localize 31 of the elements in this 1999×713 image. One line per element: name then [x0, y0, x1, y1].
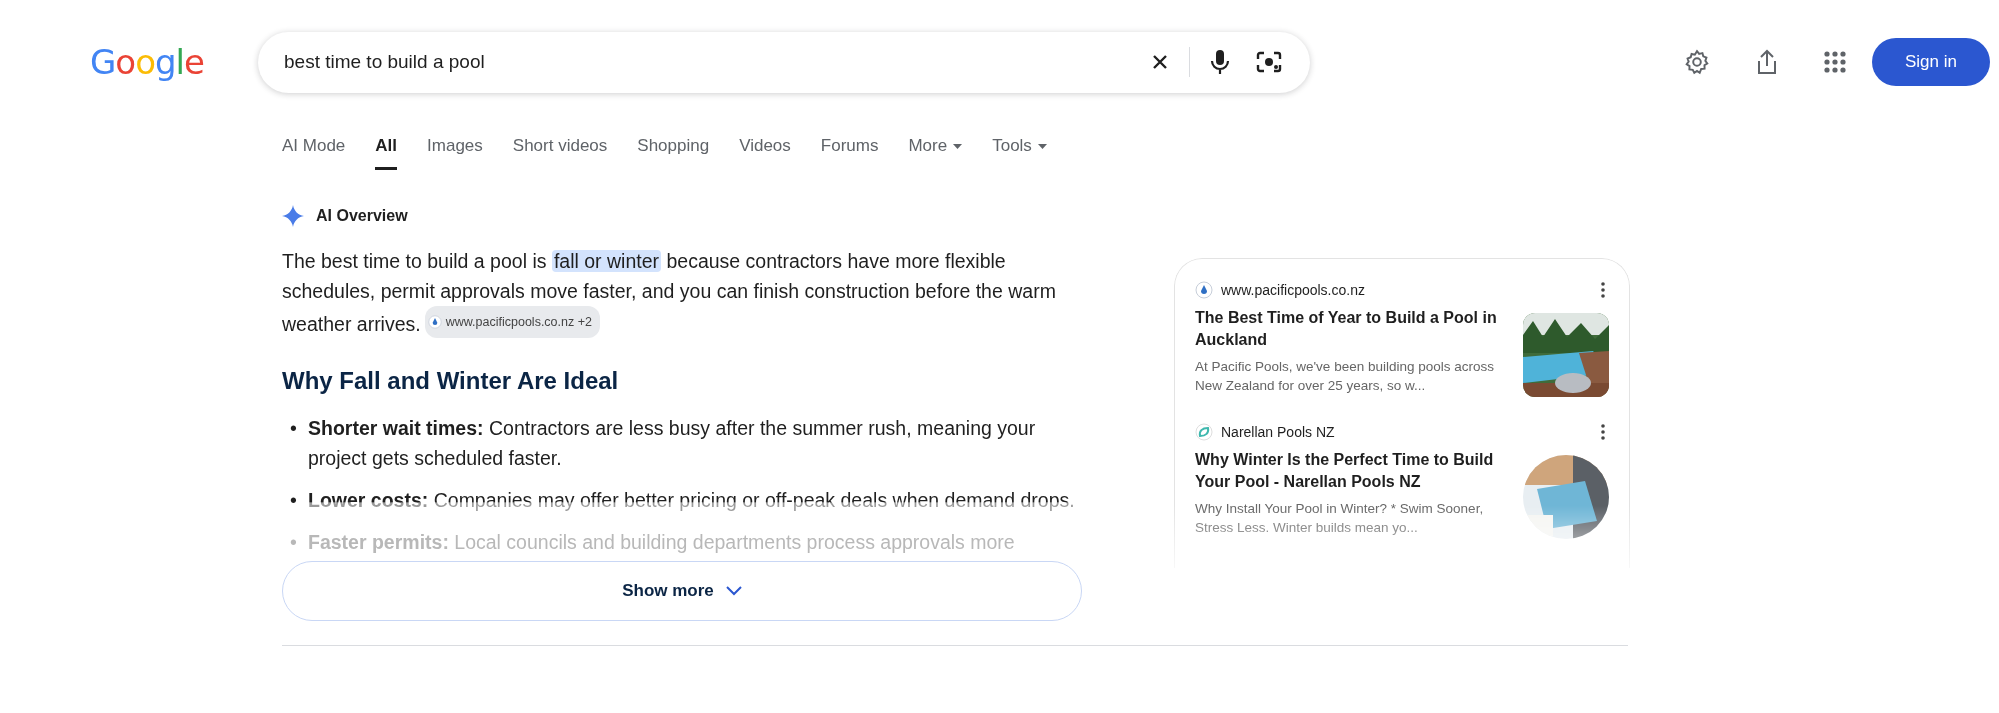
- sparkle-icon: [282, 205, 304, 227]
- bullet-marker: •: [289, 488, 298, 513]
- search-tab[interactable]: Shopping: [637, 128, 710, 170]
- search-tab[interactable]: Forums: [820, 128, 879, 170]
- bullet-marker: •: [289, 530, 298, 555]
- source-title-link[interactable]: Why Winter Is the Perfect Time to Build Your Pool - Narellan Pools NZ: [1195, 449, 1503, 495]
- bullet-marker: •: [289, 416, 298, 441]
- leaf-favicon-icon: [1195, 423, 1213, 441]
- source-title-link[interactable]: The Best Time of Year to Build a Pool in Auckland: [1195, 307, 1503, 353]
- search-tab[interactable]: More: [908, 128, 963, 170]
- sign-in-button[interactable]: Sign in: [1872, 38, 1990, 86]
- source-snippet: Why Install Your Pool in Winter? * Swim Sooner, Stress Less. Winter builds mean yo...: [1195, 500, 1485, 537]
- source-site: Narellan Pools NZ: [1221, 424, 1335, 440]
- search-tab[interactable]: Short videos: [512, 128, 608, 170]
- citation-chip[interactable]: www.pacificpools.co.nz +2: [424, 306, 600, 338]
- source-snippet: At Pacific Pools, we've been building pools across New Zealand for over 25 years, so w...: [1195, 358, 1495, 395]
- ai-overview-title: AI Overview: [316, 207, 408, 225]
- search-tab[interactable]: Videos: [739, 128, 791, 170]
- source-site: www.pacificpools.co.nz: [1221, 282, 1365, 298]
- show-more-button[interactable]: Show more: [282, 561, 1082, 621]
- search-tab[interactable]: Tools: [992, 128, 1047, 170]
- google-logo[interactable]: Google: [90, 42, 258, 82]
- chevron-down-icon: [725, 586, 742, 596]
- search-field[interactable]: best time to build a pool: [282, 50, 1131, 74]
- bullet-text: Shorter wait times: Contractors are less busy after the summer rush, meaning your project gets scheduled faster.: [308, 416, 1037, 471]
- search-tab[interactable]: AI Mode: [282, 128, 346, 170]
- search-tab[interactable]: Images: [427, 128, 483, 170]
- search-tab[interactable]: All: [375, 128, 398, 170]
- section-heading: Why Fall and Winter Are Ideal: [282, 367, 620, 395]
- bullet-text: Faster permits: Local councils and building departments process approvals more: [308, 530, 1015, 555]
- summary-paragraph: The best time to build a pool is fall or winter because contractors have more flexible schedules, permit approvals move faster, and you can finish construction before the warm weather arrives. www.pacificpools.co.nz +2: [282, 246, 1082, 339]
